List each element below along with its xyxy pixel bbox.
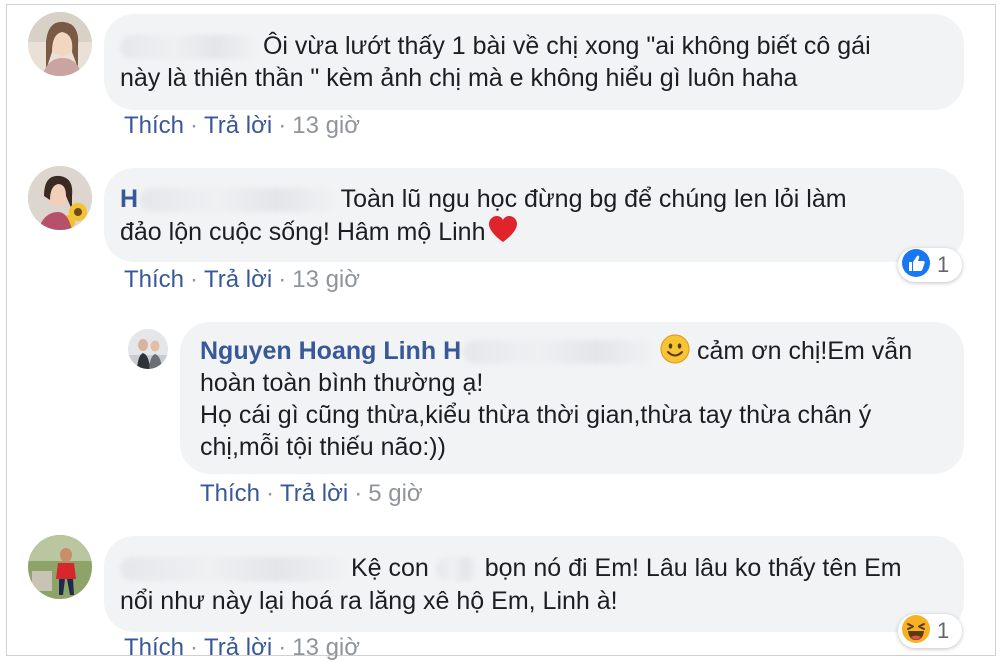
separator-dot: · — [354, 480, 363, 507]
like-reaction-icon — [901, 248, 931, 283]
reply-actions: Thích · Trả lời · 5 giờ — [200, 479, 423, 509]
separator-dot: · — [190, 112, 199, 139]
separator-dot: · — [190, 634, 199, 661]
avatar[interactable] — [28, 166, 92, 230]
commenter-name[interactable]: H — [120, 185, 138, 213]
reply-text-line2: hoàn toàn bình thường ạ! — [200, 369, 484, 397]
avatar[interactable] — [128, 329, 168, 369]
timestamp[interactable]: 5 giờ — [368, 480, 422, 507]
comment-line: bọn nó đi Em! Lâu lâu ko thấy tên Em — [484, 554, 902, 582]
commenter-name[interactable]: Nguyen Hoang Linh — [200, 337, 436, 365]
reply-text-line3: Họ cái gì cũng thừa,kiểu thừa thời gian,… — [200, 401, 872, 429]
reply-line: cảm ơn chị!Em vẫn — [697, 337, 913, 365]
comment-text: H Toàn lũ ngu học đừng bg để chúng len l… — [120, 183, 847, 215]
heart-emoji — [488, 216, 518, 252]
tagged-name[interactable]: H — [443, 337, 461, 365]
separator-dot: · — [190, 266, 199, 293]
comment-bubble — [104, 536, 964, 632]
reply-link[interactable]: Trả lời — [204, 634, 272, 661]
timestamp[interactable]: 13 giờ — [292, 266, 360, 293]
like-link[interactable]: Thích — [124, 634, 184, 661]
reaction-summary[interactable]: 1 — [898, 248, 962, 282]
blurred-name — [120, 35, 256, 60]
reply-link[interactable]: Trả lời — [280, 480, 348, 507]
comment-text-line2: nổi như này lại hoá ra lăng xê hộ Em, Li… — [120, 587, 618, 615]
comment-actions: Thích · Trả lời · 13 giờ — [124, 111, 360, 141]
comment-line: Kệ con — [350, 554, 429, 582]
reply-text-line4: chị,mỗi tội thiếu não:)) — [200, 433, 446, 461]
blurred-name — [120, 557, 344, 582]
separator-dot: · — [278, 112, 287, 139]
reply-link[interactable]: Trả lời — [204, 112, 272, 139]
reaction-count: 1 — [937, 618, 950, 643]
separator-dot: · — [266, 480, 275, 507]
like-link[interactable]: Thích — [200, 480, 260, 507]
comment-actions: Thích · Trả lời · 13 giờ — [124, 265, 360, 295]
haha-reaction-icon — [901, 614, 931, 649]
like-link[interactable]: Thích — [124, 266, 184, 293]
blurred-name — [463, 340, 654, 365]
timestamp[interactable]: 13 giờ — [292, 634, 360, 661]
comment-line: Toàn lũ ngu học đừng bg để chúng len lỏi… — [340, 185, 847, 213]
blurred-word — [435, 557, 478, 582]
comment-text-line2: này là thiên thần " kèm ảnh chị mà e khô… — [120, 64, 798, 92]
comment-line: Ôi vừa lướt thấy 1 bài về chị xong "ai k… — [262, 32, 871, 60]
like-link[interactable]: Thích — [124, 112, 184, 139]
reply-link[interactable]: Trả lời — [204, 266, 272, 293]
separator-dot: · — [278, 266, 287, 293]
smile-emoji — [660, 334, 690, 372]
comment-text: Ôi vừa lướt thấy 1 bài về chị xong "ai k… — [120, 30, 871, 62]
separator-dot: · — [278, 634, 287, 661]
comment-line: đảo lộn cuộc sống! Hâm mộ Linh — [120, 218, 486, 246]
comment-actions: Thích · Trả lời · 13 giờ — [124, 633, 360, 663]
comment-text-line2: đảo lộn cuộc sống! Hâm mộ Linh — [120, 216, 518, 252]
comment-text: Kệ con bọn nó đi Em! Lâu lâu ko thấy tên… — [120, 552, 902, 584]
reaction-summary[interactable]: 1 — [898, 614, 962, 648]
blurred-name — [140, 188, 335, 213]
reaction-count: 1 — [937, 252, 950, 277]
avatar[interactable] — [28, 12, 92, 76]
timestamp[interactable]: 13 giờ — [292, 112, 360, 139]
avatar[interactable] — [28, 535, 92, 599]
